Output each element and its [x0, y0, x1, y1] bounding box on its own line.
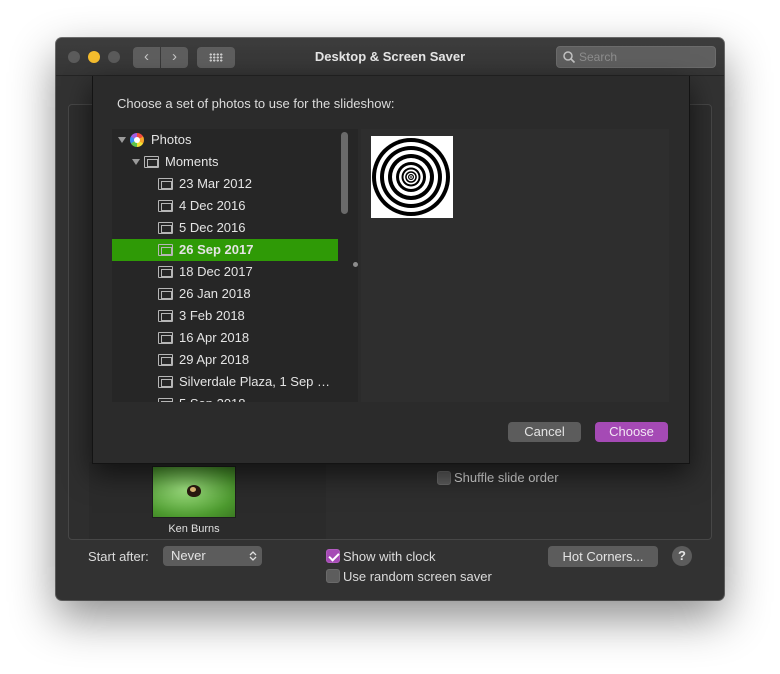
- choose-button[interactable]: Choose: [595, 422, 668, 442]
- ladybug-image: [187, 485, 201, 497]
- disclosure-triangle-icon: [132, 159, 140, 165]
- preferences-window: ‹ › Desktop & Screen Saver Ken Burns Shu…: [56, 38, 724, 600]
- tree-row-moment[interactable]: 18 Dec 2017: [112, 261, 338, 283]
- folder-icon: [158, 178, 173, 190]
- tree-row-moment[interactable]: 16 Apr 2018: [112, 327, 338, 349]
- tree-row-label: 26 Sep 2017: [179, 242, 254, 257]
- folder-icon: [158, 266, 173, 278]
- sheet-prompt: Choose a set of photos to use for the sl…: [117, 96, 395, 111]
- tree-row-moment[interactable]: 4 Dec 2016: [112, 195, 338, 217]
- search-icon: [563, 51, 576, 64]
- tree-row-label: 16 Apr 2018: [179, 330, 250, 345]
- tree-row-label: 26 Jan 2018: [179, 286, 251, 301]
- help-button[interactable]: ?: [672, 546, 692, 566]
- shuffle-checkbox[interactable]: [437, 471, 451, 485]
- choose-photos-sheet: Choose a set of photos to use for the sl…: [92, 76, 690, 464]
- start-after-label: Start after:: [88, 549, 149, 564]
- folder-icon: [158, 376, 173, 388]
- folder-icon: [158, 332, 173, 344]
- tree-row-moment[interactable]: 23 Mar 2012: [112, 173, 338, 195]
- show-clock-label: Show with clock: [343, 549, 436, 564]
- ken-burns-thumbnail[interactable]: [152, 466, 236, 518]
- folder-icon: [158, 288, 173, 300]
- shuffle-label: Shuffle slide order: [454, 470, 559, 485]
- tree-row-moment[interactable]: 3 Feb 2018: [112, 305, 338, 327]
- concentric-circles-image: [372, 138, 450, 216]
- random-screen-saver-checkbox[interactable]: [326, 569, 340, 583]
- start-after-value: Never: [171, 548, 206, 563]
- tree-row-label: Moments: [165, 154, 219, 169]
- tree-row-label: Photos: [151, 132, 192, 147]
- tree-row-photos[interactable]: Photos: [112, 129, 338, 151]
- title-bar: ‹ › Desktop & Screen Saver: [56, 38, 724, 76]
- tree-row-label: 18 Dec 2017: [179, 264, 253, 279]
- tree-row-label: 29 Apr 2018: [179, 352, 250, 367]
- tree-row-label: 3 Feb 2018: [179, 308, 245, 323]
- split-view-divider[interactable]: [353, 262, 358, 267]
- cancel-button[interactable]: Cancel: [508, 422, 581, 442]
- folder-icon: [158, 310, 173, 322]
- tree-row-moment[interactable]: 5 Dec 2016: [112, 217, 338, 239]
- list-scrollbar[interactable]: [339, 129, 351, 402]
- tree-row-selected[interactable]: 26 Sep 2017: [112, 239, 338, 261]
- tree-row-moment[interactable]: 29 Apr 2018: [112, 349, 338, 371]
- ken-burns-label: Ken Burns: [168, 523, 220, 535]
- folder-icon: [144, 156, 159, 168]
- scrollbar-thumb[interactable]: [341, 132, 348, 214]
- tree-row-label: 5 Dec 2016: [179, 220, 246, 235]
- folder-icon: [158, 200, 173, 212]
- photo-source-list[interactable]: Photos Moments 23 Mar 2012 4 Dec 2016 5 De…: [112, 129, 358, 402]
- tree-row-label: 23 Mar 2012: [179, 176, 252, 191]
- folder-icon: [158, 354, 173, 366]
- search-field[interactable]: [556, 46, 716, 68]
- tree-row-label: 5 Sep 2018: [179, 393, 331, 402]
- photo-preview-area: [361, 129, 669, 402]
- folder-icon: [158, 244, 173, 256]
- updown-arrows-icon: [249, 551, 257, 561]
- concentric-circles-photo[interactable]: [371, 136, 453, 218]
- search-input[interactable]: [579, 49, 709, 65]
- tree-row-moment[interactable]: Silverdale Plaza, 1 Sep 2...: [112, 371, 338, 393]
- photos-app-icon: [130, 133, 144, 147]
- random-screen-saver-label: Use random screen saver: [343, 569, 492, 584]
- tree-row-moments[interactable]: Moments: [112, 151, 338, 173]
- disclosure-triangle-icon: [118, 137, 126, 143]
- hot-corners-button[interactable]: Hot Corners...: [548, 546, 658, 567]
- folder-icon: [158, 222, 173, 234]
- tree-row-label: 4 Dec 2016: [179, 198, 246, 213]
- tree-row-label: Silverdale Plaza, 1 Sep 2...: [179, 374, 331, 389]
- show-clock-checkbox[interactable]: [326, 549, 340, 563]
- start-after-select[interactable]: Never: [163, 546, 262, 566]
- tree-row-moment[interactable]: 5 Sep 2018: [112, 393, 338, 402]
- folder-icon: [158, 398, 173, 402]
- tree-row-moment[interactable]: 26 Jan 2018: [112, 283, 338, 305]
